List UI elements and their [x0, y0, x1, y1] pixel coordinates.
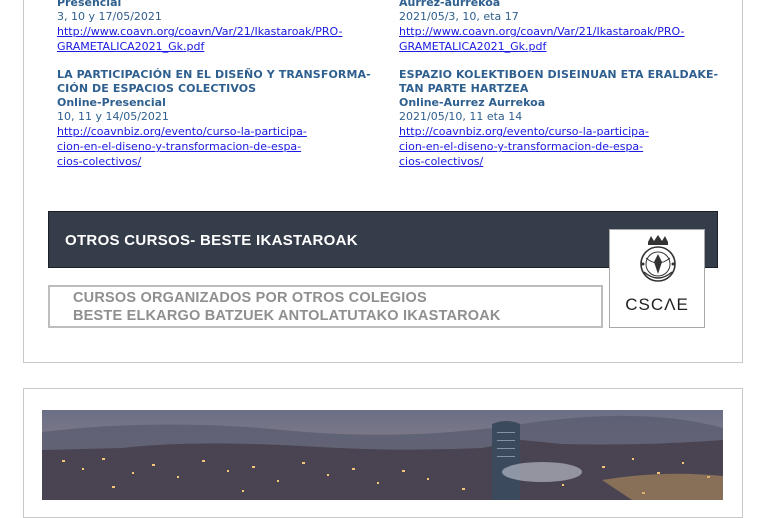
course-left-2: LA PARTICIPACIÓN EN EL DISEÑO Y TRANSFOR…	[57, 68, 377, 169]
course-left-1: Presencial 3, 10 y 17/05/2021 http://www…	[57, 0, 377, 54]
course-right-1: Aurrez-aurrekoa 2021/05/3, 10, eta 17 ht…	[399, 0, 719, 54]
course-dates: 2021/05/10, 11 eta 14	[399, 110, 523, 123]
course-mode: Aurrez-aurrekoa	[399, 0, 501, 9]
logo-text: CSCΛE	[625, 295, 689, 314]
course-mode: Online-Presencial	[57, 96, 166, 109]
cscae-logo: CSCΛE	[609, 229, 705, 328]
section-subtitle-box: CURSOS ORGANIZADOS POR OTROS COLEGIOS BE…	[48, 285, 603, 328]
section-title: OTROS CURSOS- BESTE IKASTAROAK	[65, 232, 358, 249]
course-mode: Online-Aurrez Aurrekoa	[399, 96, 546, 109]
course-link[interactable]: http://www.coavn.org/coavn/Var/21/Ikasta…	[57, 24, 377, 54]
course-dates: 3, 10 y 17/05/2021	[57, 10, 162, 23]
course-title: ESPAZIO KOLEKTIBOEN DISEINUAN ETA ERALDA…	[399, 68, 719, 95]
course-right-2: ESPAZIO KOLEKTIBOEN DISEINUAN ETA ERALDA…	[399, 68, 719, 169]
crown-emblem-icon	[640, 235, 676, 282]
section-subtitle-line1: CURSOS ORGANIZADOS POR OTROS COLEGIOS	[73, 290, 427, 306]
section-subtitle-line2: BESTE ELKARGO BATZUEK ANTOLATUTAKO IKAST…	[73, 308, 501, 324]
course-dates: 2021/05/3, 10, eta 17	[399, 10, 519, 23]
course-link[interactable]: http://coavnbiz.org/evento/curso-la-part…	[399, 124, 719, 169]
course-link[interactable]: http://www.coavn.org/coavn/Var/21/Ikasta…	[399, 24, 719, 54]
course-dates: 10, 11 y 14/05/2021	[57, 110, 169, 123]
course-mode: Presencial	[57, 0, 122, 9]
city-night-photo	[42, 410, 723, 500]
course-link[interactable]: http://coavnbiz.org/evento/curso-la-part…	[57, 124, 377, 169]
course-title: LA PARTICIPACIÓN EN EL DISEÑO Y TRANSFOR…	[57, 68, 371, 95]
